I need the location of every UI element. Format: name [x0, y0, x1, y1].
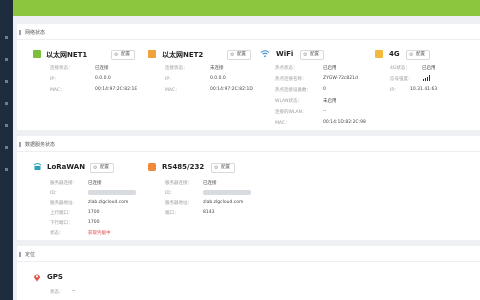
network-status-panel: 网络状态 以太网NET1 ⚙ 配置 连接状态： 已连接 IP： 0.0.0.0 M…	[17, 24, 480, 130]
wifi-hotspot-count: 0	[323, 87, 326, 92]
ethernet-icon	[148, 50, 156, 58]
eth1-mac: 00:14:97:2C:82:1E	[95, 87, 138, 92]
sim-4g-icon	[375, 50, 383, 58]
gps-status: --	[72, 289, 76, 294]
wifi-title: WiFi	[276, 50, 294, 58]
gear-icon: ⚙	[409, 52, 414, 58]
rs485-port: 8143	[203, 210, 215, 215]
gps-title: GPS	[47, 273, 63, 281]
label: IP：	[50, 77, 59, 82]
label: 端口：	[165, 211, 179, 216]
eth1-config-button[interactable]: ⚙ 配置	[111, 50, 135, 60]
sidebar	[0, 0, 13, 300]
rs485-config-button[interactable]: ⚙ 配置	[211, 163, 235, 173]
wifi-hotspot-name: ZYGW-72c821d	[323, 76, 358, 81]
rs485-addr: zlab.zlgcloud.com	[203, 200, 244, 205]
panel-title: 数据服务状态	[18, 142, 56, 148]
eth2-title: 以太网NET2	[162, 51, 204, 59]
label: 信号强度：	[390, 77, 413, 82]
wifi-mac: 00:14:1D:82:2C:98	[323, 120, 366, 125]
divider	[17, 151, 480, 152]
lora-up-port: 1700	[88, 210, 100, 215]
label: 服务器地址：	[165, 201, 192, 206]
lora-conn: 已连接	[88, 181, 102, 186]
ethernet-icon	[33, 50, 41, 58]
label: IP：	[165, 77, 174, 82]
rs485-title: RS485/232	[162, 163, 205, 171]
divider	[17, 39, 480, 40]
gear-icon: ⚙	[114, 52, 119, 58]
panel-title: 网络状态	[18, 30, 46, 36]
label: 热点连接设备数：	[275, 88, 311, 93]
wifi-icon	[260, 50, 270, 58]
wifi-wlan-conn: --	[323, 109, 327, 114]
eth2-status: 未连接	[210, 66, 224, 71]
label: 上行端口：	[50, 211, 73, 216]
label: 服务器地址：	[50, 201, 77, 206]
lora-icon	[33, 163, 42, 170]
sidebar-item[interactable]	[5, 58, 8, 61]
lora-title: LoRaWAN	[47, 163, 86, 171]
eth2-config-button[interactable]: ⚙ 配置	[227, 50, 251, 60]
sidebar-item[interactable]	[5, 168, 8, 171]
gear-icon: ⚙	[214, 165, 219, 171]
label: 4G状态：	[390, 66, 410, 71]
eth2-ip: 0.0.0.0	[210, 76, 226, 81]
label: 热点状态：	[275, 66, 298, 71]
wifi-wlan-status: 未启用	[323, 99, 337, 104]
lora-config-button[interactable]: ⚙ 配置	[90, 163, 114, 173]
divider	[17, 261, 480, 262]
sidebar-item[interactable]	[5, 36, 8, 39]
g4-title: 4G	[389, 50, 400, 58]
location-panel: 定位 GPS 状态： --	[17, 246, 480, 300]
label: MAC：	[275, 121, 290, 126]
label: MAC：	[165, 88, 180, 93]
label: MAC：	[50, 88, 65, 93]
label: 连接状态：	[165, 66, 188, 71]
panel-title: 定位	[18, 252, 36, 258]
eth1-ip: 0.0.0.0	[95, 76, 111, 81]
g4-ip: 10.31.41.63	[410, 87, 438, 92]
lora-status: 获取凭据中	[88, 231, 111, 236]
serial-port-icon	[148, 163, 156, 171]
sidebar-item[interactable]	[5, 102, 8, 105]
gear-icon: ⚙	[93, 165, 98, 171]
wifi-hotspot-status: 已启用	[323, 66, 337, 71]
label: IP：	[390, 88, 399, 93]
g4-config-button[interactable]: ⚙ 配置	[406, 50, 430, 60]
label: 下行端口：	[50, 221, 73, 226]
label: ID：	[50, 191, 60, 196]
eth1-title: 以太网NET1	[46, 51, 88, 59]
g4-status: 已启用	[422, 66, 436, 71]
signal-strength-icon	[423, 75, 432, 81]
label: WLAN状态：	[275, 99, 303, 104]
top-banner	[0, 0, 480, 16]
label: 服务器连接：	[50, 181, 77, 186]
gear-icon: ⚙	[230, 52, 235, 58]
rs485-conn: 已连接	[203, 181, 217, 186]
eth1-status: 已连接	[95, 66, 109, 71]
redacted-id	[203, 190, 251, 195]
label: 服务器连接：	[165, 181, 192, 186]
sidebar-item[interactable]	[5, 124, 8, 127]
sidebar-item[interactable]	[5, 146, 8, 149]
redacted-id	[88, 190, 136, 195]
label: 连接状态：	[50, 66, 73, 71]
label: 状态：	[50, 290, 64, 295]
lora-down-port: 1700	[88, 220, 100, 225]
label: 连接的WLAN：	[275, 110, 307, 115]
label: ID：	[165, 191, 175, 196]
label: 热点连接名称：	[275, 77, 307, 82]
lora-addr: zlab.zlgcloud.com	[88, 200, 129, 205]
sidebar-item[interactable]	[5, 80, 8, 83]
wifi-config-button[interactable]: ⚙ 配置	[300, 50, 324, 60]
location-pin-icon	[34, 274, 40, 282]
label: 状态：	[50, 231, 64, 236]
gear-icon: ⚙	[303, 52, 308, 58]
eth2-mac: 00:14:97:2C:82:1D	[210, 87, 253, 92]
data-service-panel: 数据服务状态 LoRaWAN ⚙ 配置 服务器连接： 已连接 ID： 服务器地址：…	[17, 136, 480, 240]
